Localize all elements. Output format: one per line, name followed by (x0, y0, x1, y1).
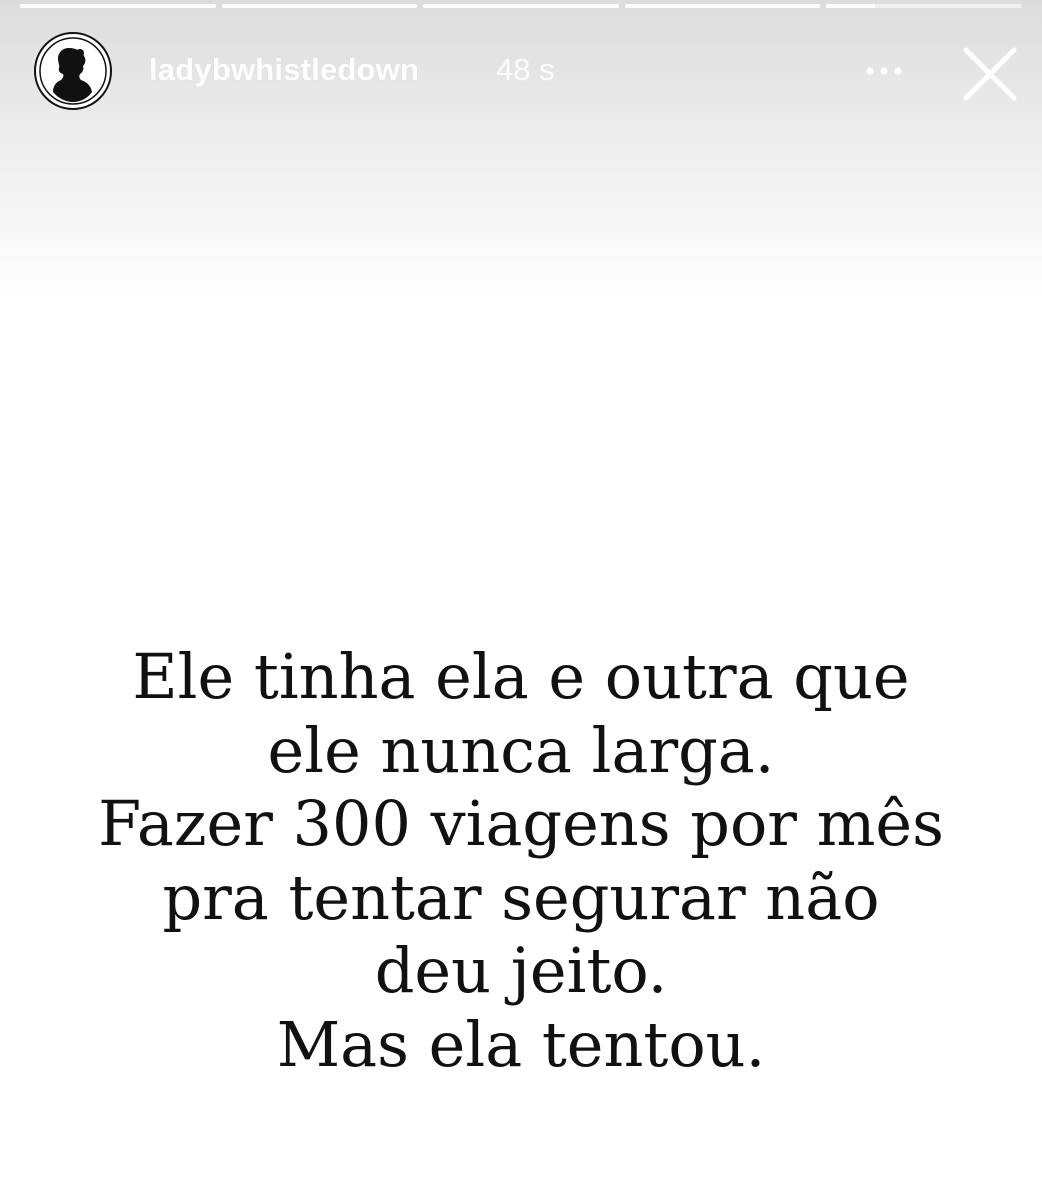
progress-segment (221, 4, 418, 8)
progress-segment (624, 4, 821, 8)
story-text-line: Mas ela tentou. (276, 1007, 766, 1081)
story-header: ladybwhistledown 48 s (34, 32, 1018, 112)
progress-segment-fill (826, 4, 876, 8)
progress-segment-fill (221, 4, 418, 8)
progress-segment (423, 4, 619, 8)
story-text-line: Fazer 300 viagens por mês (98, 787, 944, 860)
progress-segment (826, 4, 1022, 8)
story-text-line: pra tentar segurar não (162, 860, 880, 934)
story-text-line: Ele tinha ela e outra que (132, 640, 910, 713)
story-username[interactable]: ladybwhistledown (149, 52, 419, 88)
story-viewer: ladybwhistledown 48 s Ele tinha ela e ou… (0, 0, 1042, 1200)
story-text-line: deu jeito. (374, 934, 668, 1007)
close-icon[interactable] (960, 44, 1020, 104)
story-text-line: ele nunca larga. (267, 713, 775, 787)
progress-segment-fill (20, 4, 216, 8)
progress-segment-fill (624, 4, 821, 8)
progress-segment-fill (423, 4, 619, 8)
story-text: Ele tinha ela e outra que ele nunca larg… (30, 640, 1012, 1081)
silhouette-portrait-icon (39, 37, 107, 105)
story-timestamp: 48 s (496, 52, 555, 87)
progress-segment (20, 4, 216, 8)
story-progress-bar (20, 4, 1022, 8)
more-options-icon[interactable] (860, 59, 908, 83)
profile-avatar[interactable] (34, 32, 112, 110)
